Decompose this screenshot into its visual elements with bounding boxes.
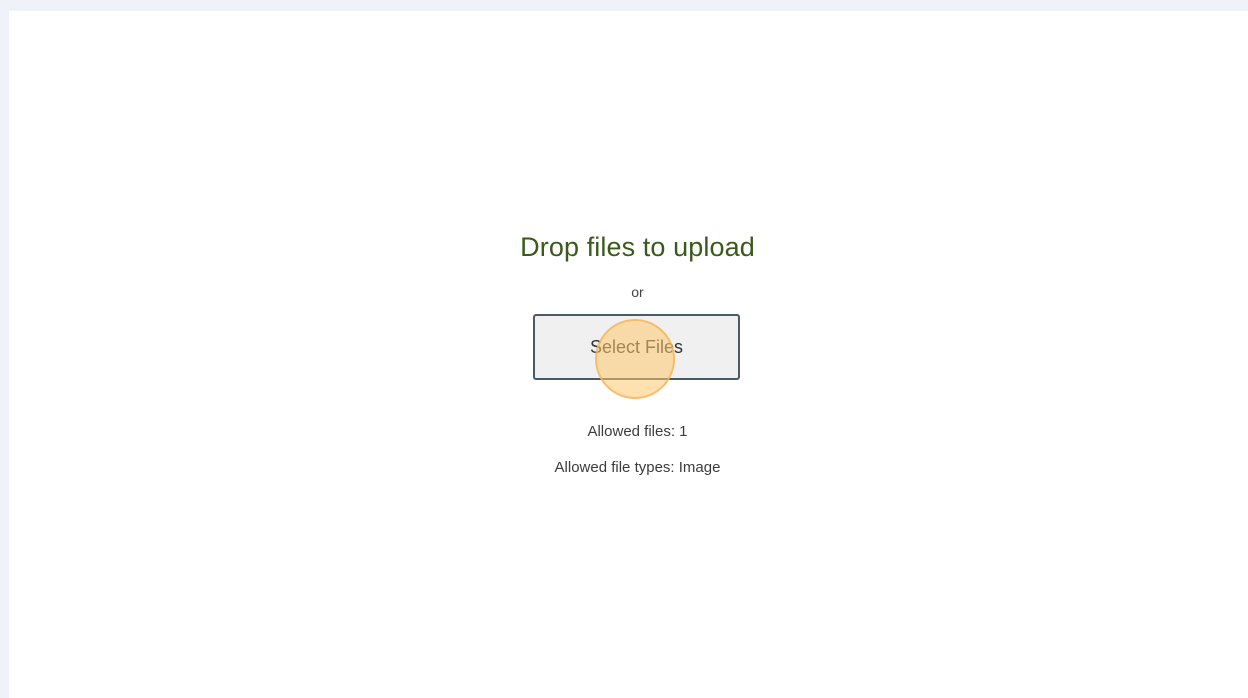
content-panel: Drop files to upload or Select Files All…	[9, 11, 1248, 698]
dropzone-separator: or	[631, 284, 644, 300]
select-files-button[interactable]: Select Files	[533, 314, 740, 380]
allowed-files-count: Allowed files: 1	[587, 423, 688, 440]
dropzone-title: Drop files to upload	[520, 232, 755, 262]
allowed-file-types: Allowed file types: Image	[554, 459, 721, 476]
file-dropzone[interactable]: Drop files to upload or Select Files All…	[9, 11, 1248, 698]
